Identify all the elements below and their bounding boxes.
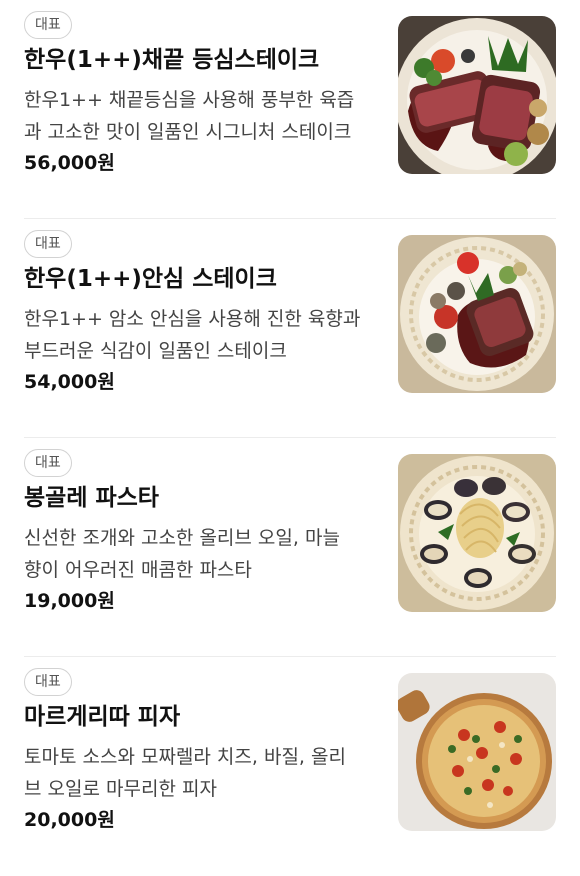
signature-badge: 대표 (24, 230, 72, 258)
menu-item-name: 한우(1++)안심 스테이크 (24, 266, 277, 292)
pizza-image[interactable] (398, 673, 556, 831)
menu-item-description: 한우1++ 채끝등심을 사용해 풍부한 육즙 과 고소한 맛이 일품인 시그니처… (24, 84, 380, 148)
menu-item-price: 56,000원 (24, 152, 115, 174)
menu-item-price: 20,000원 (24, 809, 115, 831)
description-line: 한우1++ 암소 안심을 사용해 진한 육향과 (24, 308, 361, 330)
clam-pasta-image[interactable] (398, 454, 556, 612)
signature-badge: 대표 (24, 449, 72, 477)
description-line: 부드러운 식감이 일품인 스테이크 (24, 340, 287, 362)
description-line: 한우1++ 채끝등심을 사용해 풍부한 육즙 (24, 89, 355, 111)
menu-item-name: 봉골레 파스타 (24, 485, 159, 511)
menu-item-price: 19,000원 (24, 590, 115, 612)
description-line: 브 오일로 마무리한 피자 (24, 778, 217, 800)
steak-plate-image[interactable] (398, 16, 556, 174)
menu-item-description: 신선한 조개와 고소한 올리브 오일, 마늘 향이 어우러진 매콤한 파스타 (24, 522, 380, 586)
description-line: 과 고소한 맛이 일품인 시그니처 스테이크 (24, 121, 352, 143)
signature-badge: 대표 (24, 668, 72, 696)
signature-badge: 대표 (24, 11, 72, 39)
menu-item-description: 한우1++ 암소 안심을 사용해 진한 육향과 부드러운 식감이 일품인 스테이… (24, 303, 380, 367)
menu-item[interactable]: 대표 한우(1++)안심 스테이크 한우1++ 암소 안심을 사용해 진한 육향… (0, 219, 580, 438)
menu-item-name: 마르게리따 피자 (24, 704, 181, 730)
menu-item[interactable]: 대표 봉골레 파스타 신선한 조개와 고소한 올리브 오일, 마늘 향이 어우러… (0, 438, 580, 657)
description-line: 향이 어우러진 매콤한 파스타 (24, 559, 252, 581)
menu-item-name: 한우(1++)채끝 등심스테이크 (24, 47, 320, 73)
menu-item-price: 54,000원 (24, 371, 115, 393)
menu-item[interactable]: 대표 마르게리따 피자 토마토 소스와 모짜렐라 치즈, 바질, 올리 브 오일… (0, 657, 580, 876)
menu-item[interactable]: 대표 한우(1++)채끝 등심스테이크 한우1++ 채끝등심을 사용해 풍부한 … (0, 0, 580, 219)
description-line: 신선한 조개와 고소한 올리브 오일, 마늘 (24, 527, 340, 549)
description-line: 토마토 소스와 모짜렐라 치즈, 바질, 올리 (24, 746, 346, 768)
menu-list: 대표 한우(1++)채끝 등심스테이크 한우1++ 채끝등심을 사용해 풍부한 … (0, 0, 580, 856)
tenderloin-plate-image[interactable] (398, 235, 556, 393)
menu-item-description: 토마토 소스와 모짜렐라 치즈, 바질, 올리 브 오일로 마무리한 피자 (24, 741, 380, 805)
